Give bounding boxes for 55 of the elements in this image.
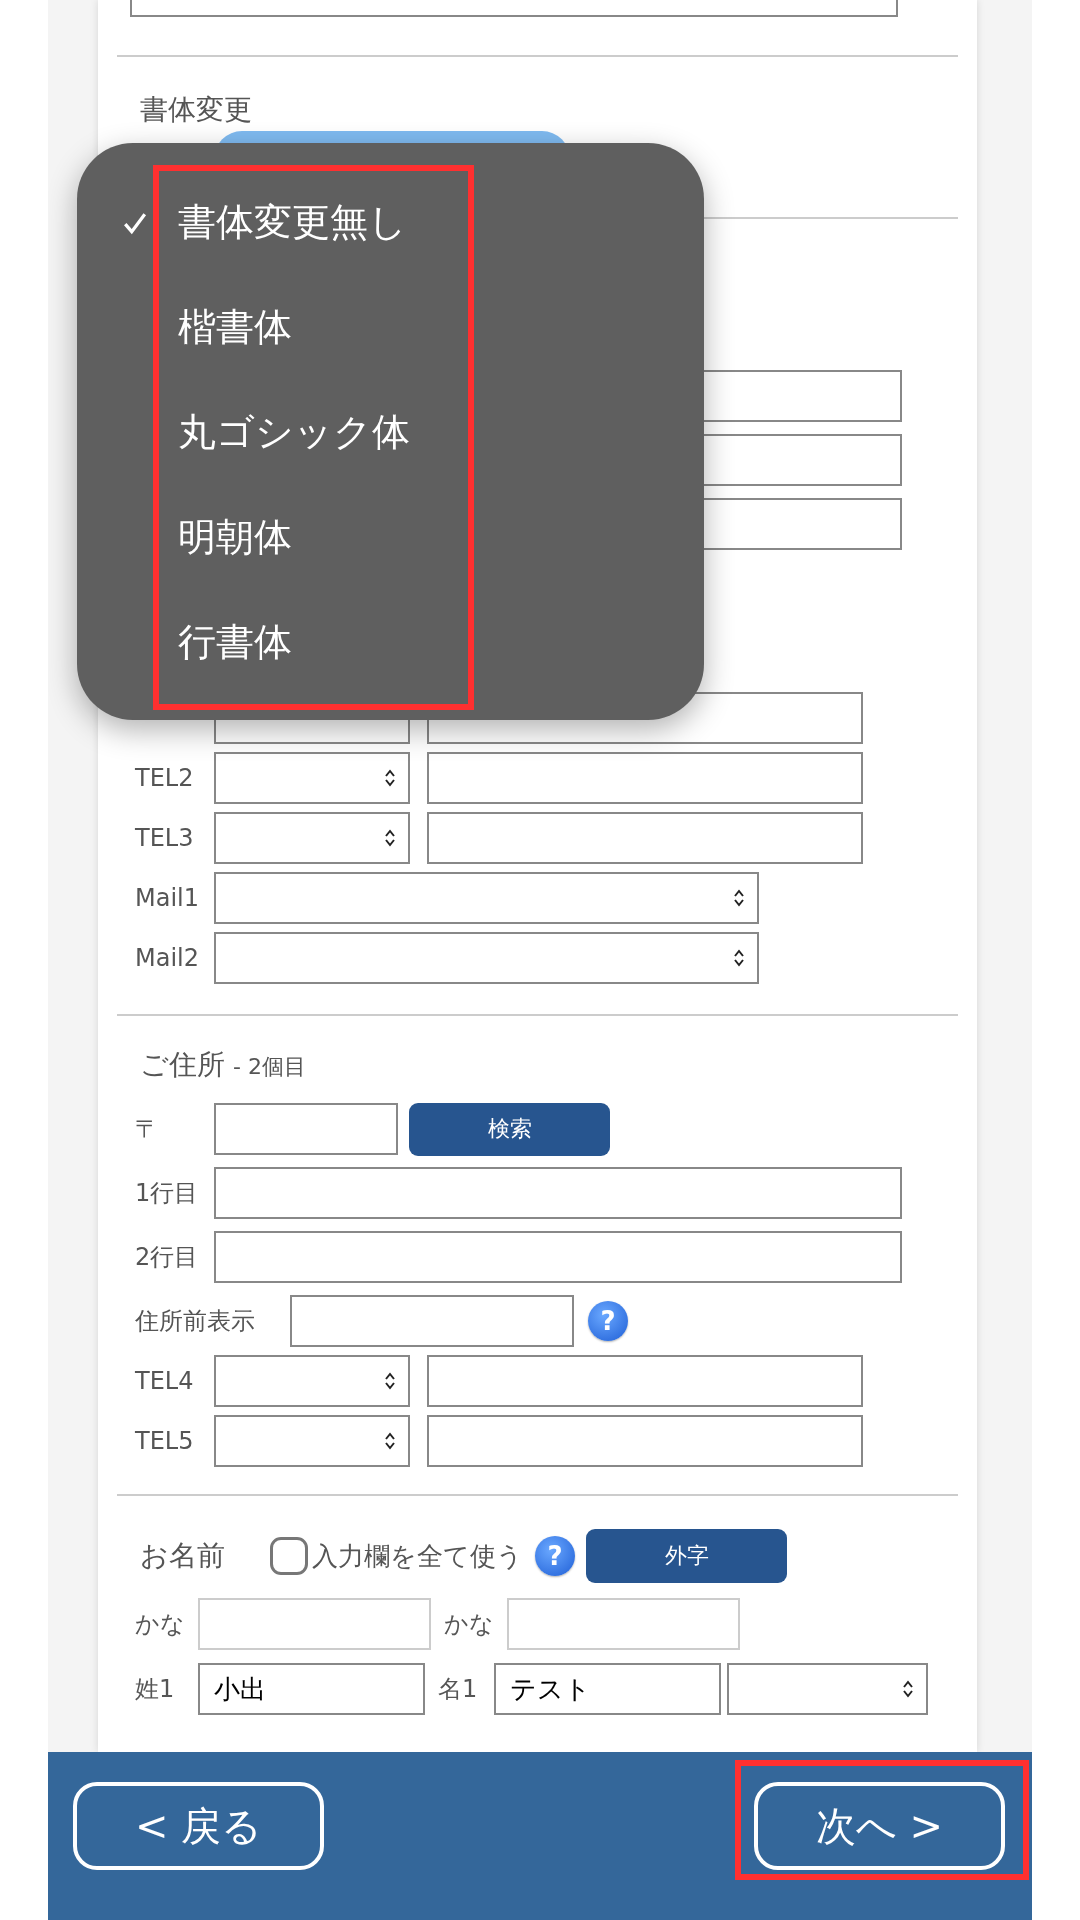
input-field[interactable] [214,1231,902,1283]
section-title: お名前 [140,1538,225,1574]
updown-chevron-icon [384,768,396,788]
field-label: Mail1 [135,884,201,912]
select-field[interactable] [214,872,759,924]
updown-chevron-icon [733,948,745,968]
section-title: ご住所 [140,1047,225,1083]
checkbox-label: 入力欄を全て使う [312,1539,523,1573]
select-field[interactable] [214,1415,410,1467]
field-label: 姓1 [135,1674,176,1705]
select-field[interactable] [214,812,410,864]
next-button[interactable]: 次へ > [754,1782,1005,1870]
menu-option[interactable]: 楷書体 [77,275,704,380]
input-field[interactable] [427,752,863,804]
select-field[interactable] [214,1355,410,1407]
input-field[interactable] [427,1355,863,1407]
input-field[interactable] [214,1103,398,1155]
field-label: 〒 [135,1114,160,1145]
input-field[interactable] [507,1598,740,1650]
field-label: かな [444,1609,495,1640]
field-label: かな [135,1609,186,1640]
select-field[interactable] [214,932,759,984]
input-field[interactable] [427,812,863,864]
updown-chevron-icon [902,1679,914,1699]
field-label: Mail2 [135,944,201,972]
input-field[interactable] [214,1167,902,1219]
updown-chevron-icon [384,1371,396,1391]
section-title: 書体変更 [140,92,253,128]
input-field[interactable] [427,1415,863,1467]
gaiji-button[interactable]: 外字 [586,1529,787,1583]
checkbox[interactable] [270,1537,308,1575]
menu-option[interactable]: 書体変更無し [77,170,704,275]
menu-option[interactable]: 行書体 [77,590,704,695]
field-label: 1行目 [135,1178,200,1209]
search-button[interactable]: 検索 [409,1102,610,1156]
field-label: 2行目 [135,1242,200,1273]
back-button[interactable]: < 戻る [73,1782,324,1870]
input-field[interactable]: 小出 [198,1663,425,1715]
field-label: TEL5 [135,1427,195,1455]
field-label: 名1 [438,1674,479,1705]
updown-chevron-icon [384,828,396,848]
section-subtitle: - 2個目 [233,1053,306,1081]
select-field[interactable] [727,1663,928,1715]
field-label: 住所前表示 [135,1306,256,1337]
field-label: TEL3 [135,824,195,852]
select-field[interactable] [214,752,410,804]
field-label: TEL4 [135,1367,195,1395]
updown-chevron-icon [733,888,745,908]
input-field[interactable]: テスト [494,1663,721,1715]
input-field[interactable] [290,1295,574,1347]
menu-option[interactable]: 明朝体 [77,485,704,590]
field-label: TEL2 [135,764,195,792]
menu-option[interactable]: 丸ゴシック体 [77,380,704,485]
input-field[interactable] [198,1598,431,1650]
updown-chevron-icon [384,1431,396,1451]
